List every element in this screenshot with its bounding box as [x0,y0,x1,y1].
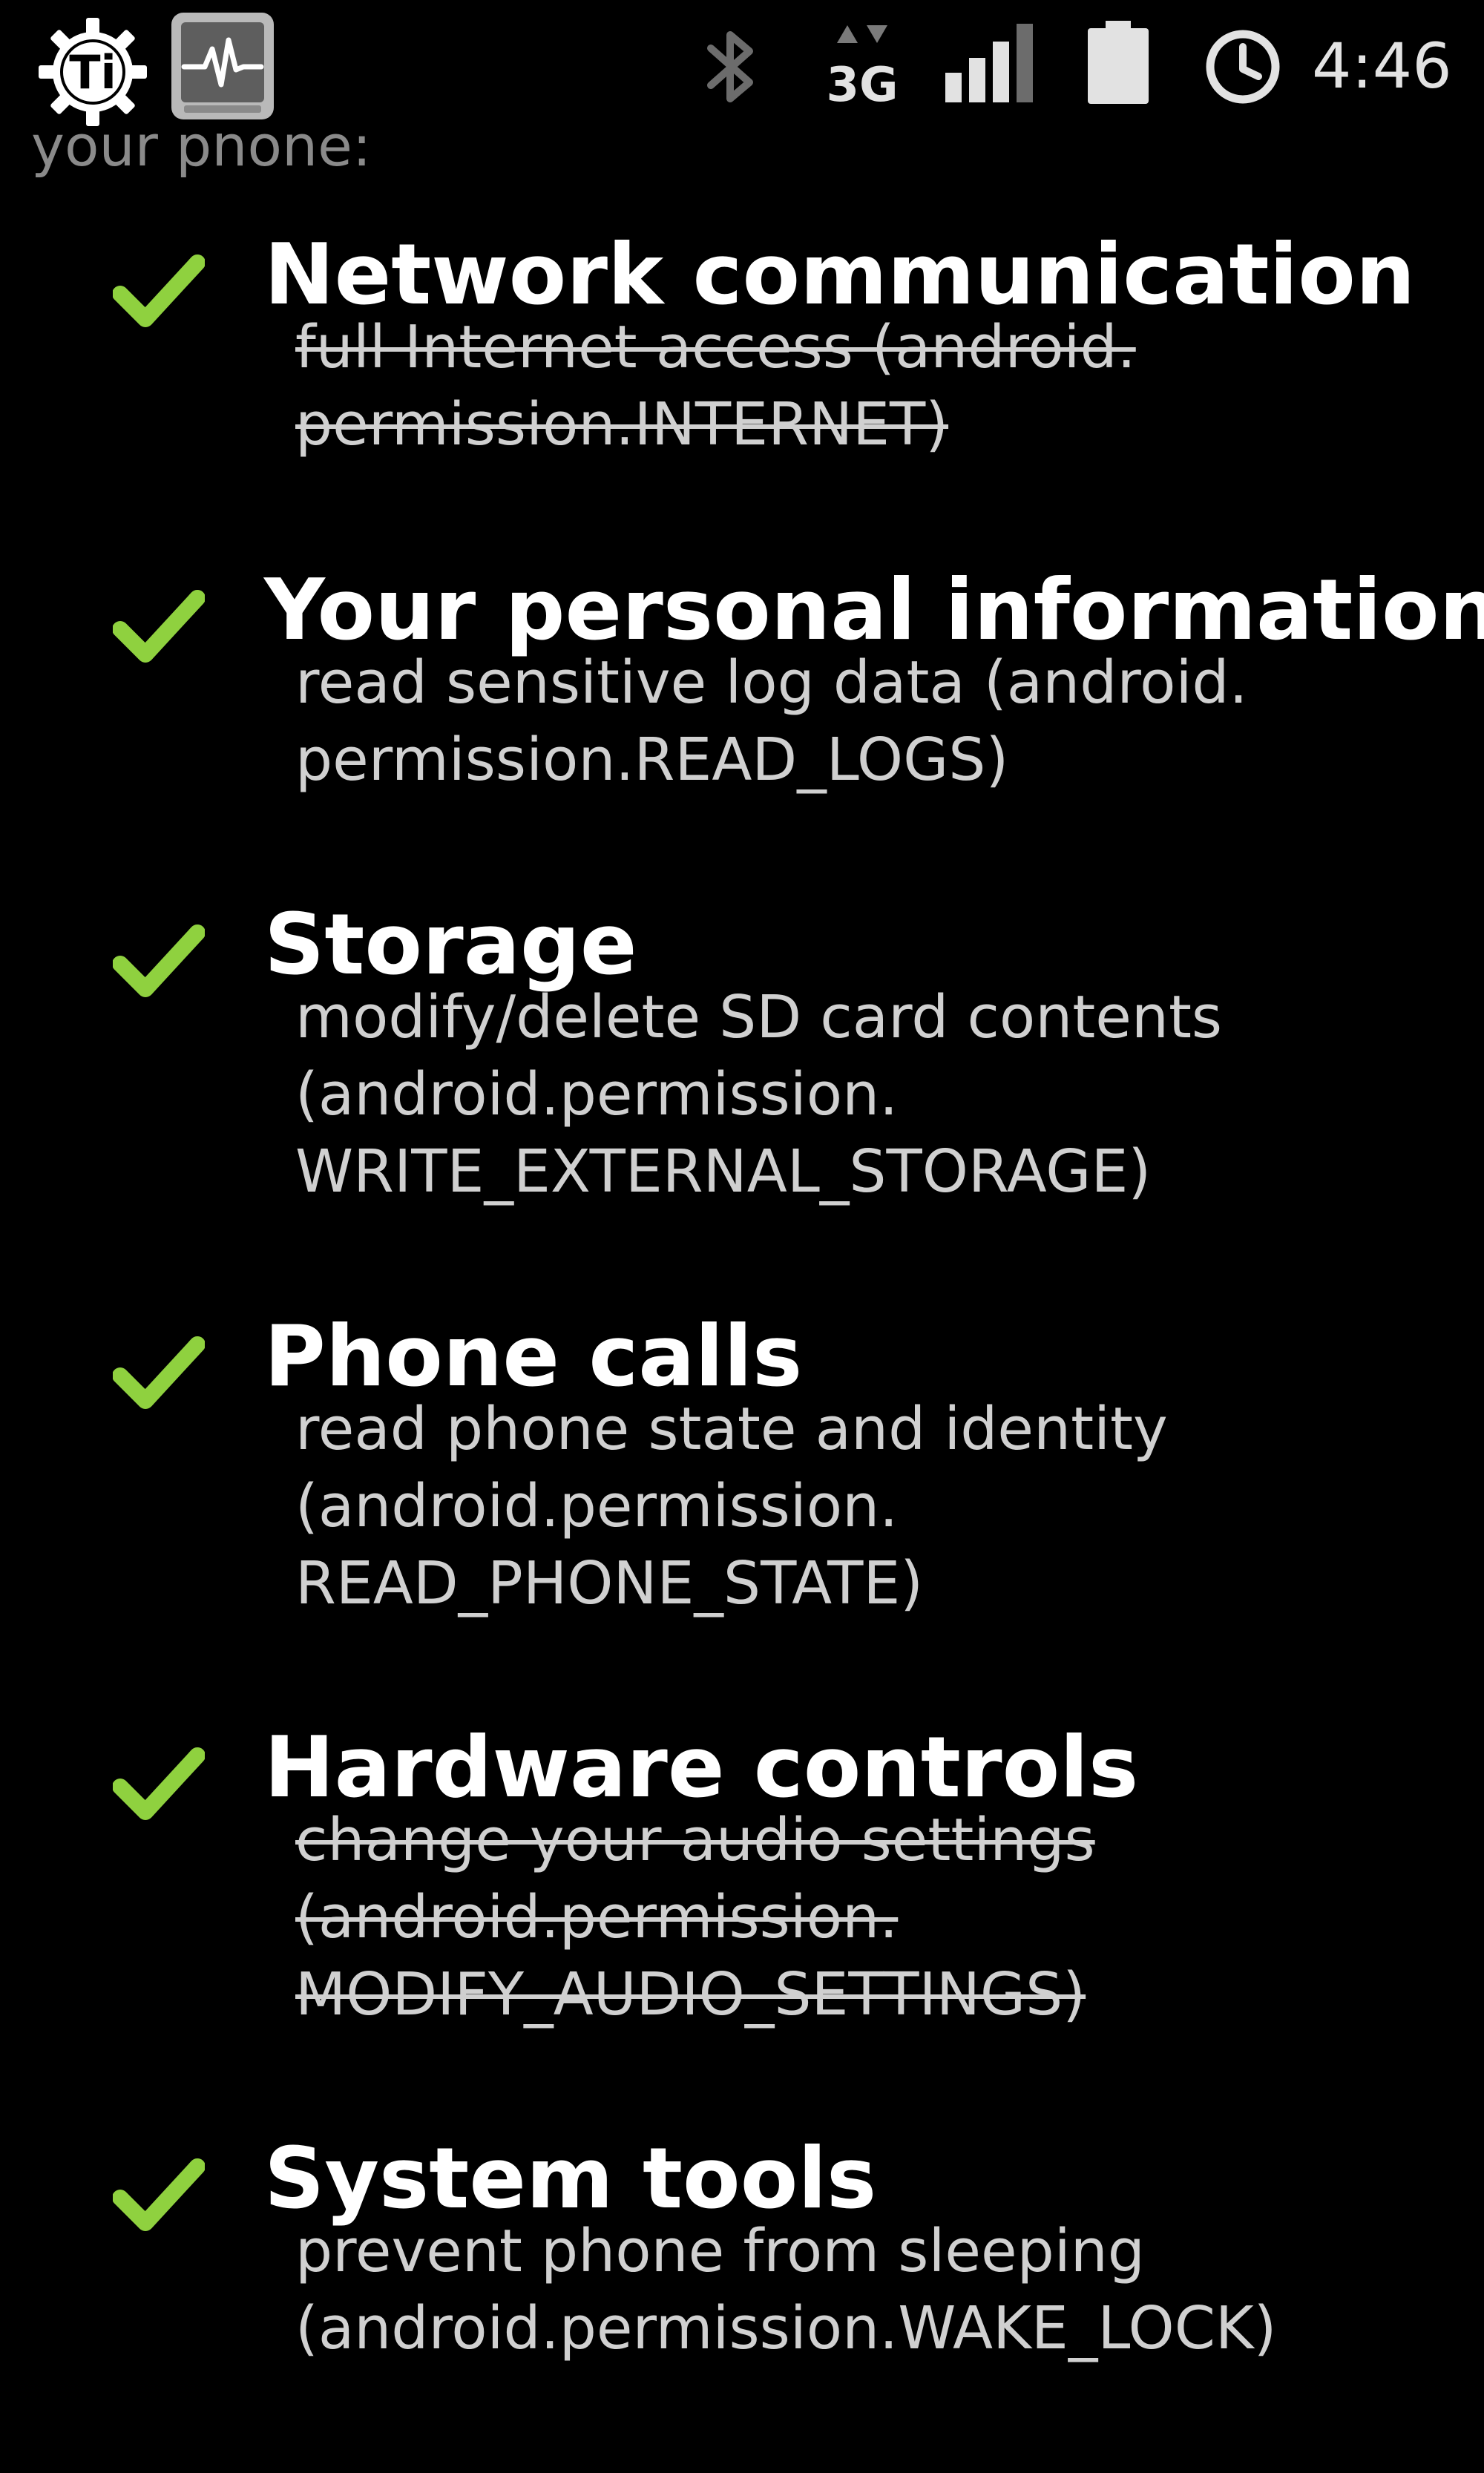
bluetooth-icon [707,31,753,102]
titanium-backup-icon: Ti [39,18,147,126]
network-type-label: 3G [826,58,898,108]
3g-data-icon: 3G [826,25,899,108]
permission-description: change your audio settings (android.perm… [295,1802,1095,2033]
check-icon [113,924,205,997]
permission-description: full Internet access (android. permissio… [295,309,1136,463]
permission-line: change your audio settings [295,1806,1095,1874]
permission-description: read sensitive log data (android. permis… [295,644,1248,798]
battery-icon [1088,21,1149,104]
check-icon [113,254,205,327]
check-icon [113,1747,205,1820]
system-monitor-icon [171,13,274,119]
check-icon [113,2158,205,2231]
permission-line: WRITE_EXTERNAL_STORAGE) [295,1137,1152,1206]
permission-line: full Internet access (android. [295,313,1136,381]
permission-line: (android.permission. [295,1472,899,1540]
permission-line: (android.permission. [295,1883,899,1951]
svg-text:Ti: Ti [69,45,116,99]
permission-description: modify/delete SD card contents (android.… [295,979,1222,1210]
status-time: 4:46 [1312,30,1452,102]
permission-description: prevent phone from sleeping (android.per… [295,2213,1276,2367]
permission-line: read phone state and identity [295,1395,1168,1463]
alarm-clock-icon [1206,30,1280,104]
permission-line: permission.READ_LOGS) [295,726,1009,794]
check-icon [113,1336,205,1409]
signal-strength-icon [945,24,1033,102]
permission-line: READ_PHONE_STATE) [295,1549,924,1618]
permission-line: (android.permission. [295,1060,899,1129]
permission-line: permission.INTERNET) [295,390,949,459]
permission-line: MODIFY_AUDIO_SETTINGS) [295,1960,1086,2029]
permission-line: read sensitive log data (android. [295,648,1248,717]
status-bar[interactable]: Ti 3G 4:46 [0,0,1484,134]
permission-description: read phone state and identity (android.p… [295,1390,1168,1622]
permission-line: (android.permission.WAKE_LOCK) [295,2294,1277,2362]
permission-line: modify/delete SD card contents [295,983,1223,1051]
permission-line: prevent phone from sleeping [295,2217,1145,2285]
check-icon [113,590,205,663]
